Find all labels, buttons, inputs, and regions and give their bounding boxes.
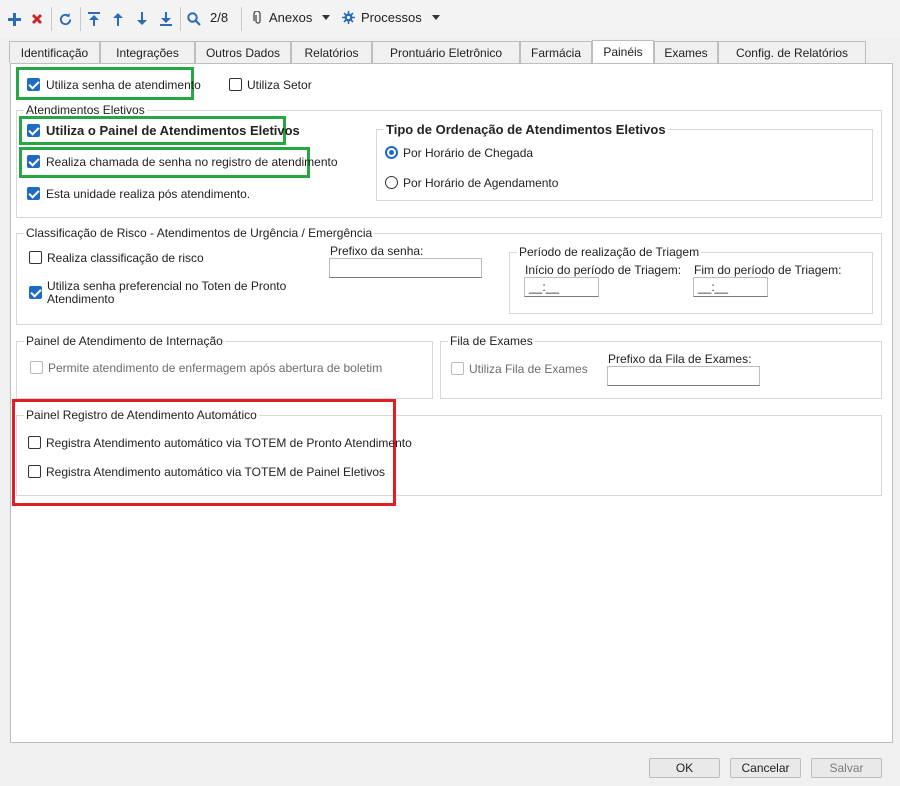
search-icon[interactable] [185, 8, 203, 30]
toolbar-separator [180, 7, 181, 31]
fim-triagem-label: Fim do período de Triagem: [694, 263, 842, 277]
senha-preferencial-label-line1: Utiliza senha preferencial no Toten de P… [47, 279, 287, 293]
permite-enfermagem-checkbox[interactable] [30, 361, 43, 374]
atendimentos-eletivos-title: Atendimentos Eletivos [24, 103, 147, 117]
classificacao-risco-title: Classificação de Risco - Atendimentos de… [24, 226, 375, 240]
totem-painel-eletivos-label: Registra Atendimento automático via TOTE… [46, 465, 386, 479]
permite-enfermagem-label: Permite atendimento de enfermagem após a… [48, 361, 383, 375]
triagem-title: Período de realização de Triagem [517, 245, 702, 259]
ordem-agendamento-label: Por Horário de Agendamento [403, 176, 559, 190]
prefixo-senha-input[interactable] [329, 258, 482, 278]
anexos-label: Anexos [269, 10, 313, 25]
chamada-senha-label: Realiza chamada de senha no registro de … [46, 155, 338, 169]
totem-pronto-atendimento-label: Registra Atendimento automático via TOTE… [46, 436, 412, 450]
prefixo-fila-exames-input[interactable] [607, 366, 760, 386]
inicio-triagem-input[interactable]: __:__ [524, 277, 599, 297]
tab-farmacia[interactable]: Farmácia [520, 41, 592, 63]
utiliza-senha-checkbox[interactable] [27, 78, 40, 91]
inicio-triagem-label: Início do período de Triagem: [525, 263, 682, 277]
tab-config-relatorios[interactable]: Config. de Relatórios [718, 41, 866, 63]
last-record-icon[interactable] [157, 8, 175, 30]
paperclip-icon [253, 10, 261, 24]
tab-paineis[interactable]: Painéis [592, 40, 654, 63]
chamada-senha-checkbox[interactable] [27, 155, 40, 168]
ok-button[interactable]: OK [649, 758, 720, 778]
painel-eletivos-label: Utiliza o Painel de Atendimentos Eletivo… [46, 123, 300, 138]
processos-menu[interactable]: Processos [342, 10, 440, 25]
totem-painel-eletivos-checkbox[interactable] [28, 465, 41, 478]
cancel-button[interactable]: Cancelar [730, 758, 801, 778]
chevron-down-icon [431, 15, 440, 20]
prefixo-senha-label: Prefixo da senha: [330, 244, 424, 258]
tab-prontuario-eletronico[interactable]: Prontuário Eletrônico [372, 41, 520, 63]
tab-outros-dados[interactable]: Outros Dados [195, 41, 291, 63]
x-icon[interactable] [28, 8, 46, 30]
plus-icon[interactable] [5, 8, 23, 30]
pos-atendimento-label: Esta unidade realiza pós atendimento. [46, 187, 251, 201]
gear-icon [342, 11, 355, 24]
ordem-chegada-radio[interactable] [385, 146, 398, 159]
utiliza-fila-exames-label: Utiliza Fila de Exames [469, 362, 588, 376]
ordem-agendamento-radio[interactable] [385, 176, 398, 189]
anexos-menu[interactable]: Anexos [253, 10, 331, 25]
toolbar-separator [51, 7, 52, 31]
toolbar-separator [80, 7, 81, 31]
classificacao-risco-label: Realiza classificação de risco [47, 251, 204, 265]
processos-label: Processos [361, 10, 422, 25]
fim-triagem-input[interactable]: __:__ [693, 277, 768, 297]
senha-preferencial-label-line2: Atendimento [47, 292, 115, 306]
senha-preferencial-checkbox[interactable] [29, 286, 42, 299]
utiliza-fila-exames-checkbox[interactable] [451, 362, 464, 375]
tab-integracoes[interactable]: Integrações [100, 41, 195, 63]
ordenacao-group [376, 129, 873, 201]
tab-exames[interactable]: Exames [654, 41, 718, 63]
next-record-icon[interactable] [133, 8, 151, 30]
save-button[interactable]: Salvar [811, 758, 882, 778]
previous-record-icon[interactable] [109, 8, 127, 30]
utiliza-senha-label: Utiliza senha de atendimento [46, 78, 201, 92]
toolbar: 2/8 Anexos Processos [0, 0, 900, 38]
utiliza-setor-checkbox[interactable] [229, 78, 242, 91]
prefixo-fila-exames-label: Prefixo da Fila de Exames: [608, 352, 752, 366]
totem-pronto-atendimento-checkbox[interactable] [28, 436, 41, 449]
ordenacao-title: Tipo de Ordenação de Atendimentos Eletiv… [384, 122, 668, 137]
internacao-title: Painel de Atendimento de Internação [24, 334, 225, 348]
tab-identificacao[interactable]: Identificação [9, 41, 100, 63]
utiliza-setor-label: Utiliza Setor [247, 78, 312, 92]
tab-relatorios[interactable]: Relatórios [291, 41, 372, 63]
ordem-chegada-label: Por Horário de Chegada [403, 146, 534, 160]
fila-exames-title: Fila de Exames [448, 334, 535, 348]
record-counter: 2/8 [210, 10, 229, 25]
first-record-icon[interactable] [85, 8, 103, 30]
classificacao-risco-checkbox[interactable] [29, 251, 42, 264]
refresh-icon[interactable] [56, 8, 74, 30]
chevron-down-icon [322, 15, 331, 20]
toolbar-separator [241, 7, 242, 31]
atendimento-automatico-title: Painel Registro de Atendimento Automátic… [24, 408, 259, 422]
painel-eletivos-checkbox[interactable] [27, 124, 40, 137]
pos-atendimento-checkbox[interactable] [27, 187, 40, 200]
